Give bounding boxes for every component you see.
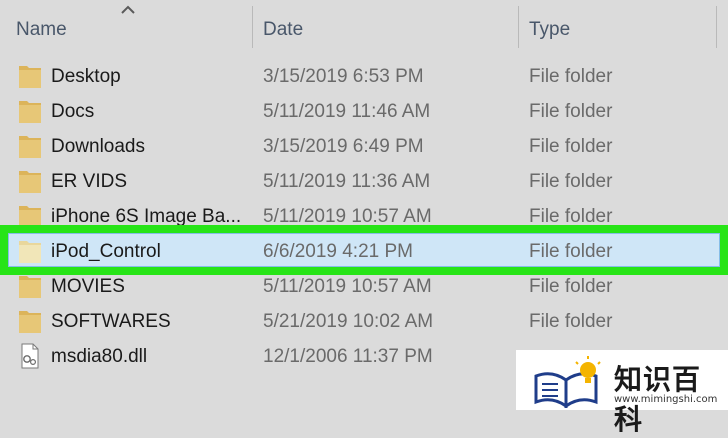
- column-header-date[interactable]: Date: [263, 12, 303, 48]
- folder-icon: [19, 66, 41, 88]
- folder-icon: [19, 101, 41, 123]
- file-type: File folder: [529, 206, 613, 227]
- file-name: msdia80.dll: [51, 346, 148, 367]
- file-date: 5/21/2019 10:02 AM: [263, 311, 434, 332]
- file-row-movies[interactable]: MOVIES 5/11/2019 10:57 AM File folder: [0, 268, 728, 303]
- folder-icon: [19, 136, 41, 158]
- file-name: MOVIES: [51, 276, 125, 297]
- file-row-ipod-control[interactable]: iPod_Control 6/6/2019 4:21 PM File folde…: [0, 233, 728, 268]
- file-type: File folder: [529, 136, 613, 157]
- file-type: File folder: [529, 66, 613, 87]
- file-name: Docs: [51, 101, 95, 122]
- column-header-bar: Name Date Type: [0, 0, 728, 54]
- column-header-name[interactable]: Name: [16, 12, 67, 48]
- folder-icon: [19, 171, 41, 193]
- file-date: 5/11/2019 11:36 AM: [263, 171, 431, 192]
- file-date: 6/6/2019 4:21 PM: [263, 241, 413, 262]
- sort-ascending-icon[interactable]: [121, 5, 135, 15]
- file-type: File folder: [529, 311, 613, 332]
- column-divider[interactable]: [518, 6, 519, 48]
- open-book-lightbulb-icon: [534, 356, 601, 408]
- folder-icon: [19, 241, 41, 263]
- file-date: 3/15/2019 6:53 PM: [263, 66, 424, 87]
- dll-file-icon: [21, 343, 39, 369]
- column-divider[interactable]: [716, 6, 717, 48]
- file-type: File folder: [529, 171, 613, 192]
- folder-icon: [19, 206, 41, 228]
- column-header-type[interactable]: Type: [529, 12, 570, 48]
- file-date: 5/11/2019 11:46 AM: [263, 101, 431, 122]
- file-date: 12/1/2006 11:37 PM: [263, 346, 433, 367]
- file-type: File folder: [529, 101, 613, 122]
- file-date: 3/15/2019 6:49 PM: [263, 136, 424, 157]
- folder-icon: [19, 311, 41, 333]
- file-name: iPod_Control: [51, 241, 161, 262]
- file-row-docs[interactable]: Docs 5/11/2019 11:46 AM File folder: [0, 93, 728, 128]
- file-row-er-vids[interactable]: ER VIDS 5/11/2019 11:36 AM File folder: [0, 163, 728, 198]
- file-row-iphone-6s-image-backup[interactable]: iPhone 6S Image Ba... 5/11/2019 10:57 AM…: [0, 198, 728, 233]
- file-name: Downloads: [51, 136, 145, 157]
- folder-icon: [19, 276, 41, 298]
- file-name: iPhone 6S Image Ba...: [51, 206, 241, 227]
- column-divider[interactable]: [252, 6, 253, 48]
- file-name: Desktop: [51, 66, 121, 87]
- file-type: File folder: [529, 276, 613, 297]
- watermark-url: www.mimingshi.com: [614, 394, 718, 405]
- file-row-downloads[interactable]: Downloads 3/15/2019 6:49 PM File folder: [0, 128, 728, 163]
- file-row-softwares[interactable]: SOFTWARES 5/21/2019 10:02 AM File folder: [0, 303, 728, 338]
- file-date: 5/11/2019 10:57 AM: [263, 276, 432, 297]
- file-type: File folder: [529, 241, 613, 262]
- file-name: ER VIDS: [51, 171, 128, 192]
- file-name: SOFTWARES: [51, 311, 171, 332]
- file-row-desktop[interactable]: Desktop 3/15/2019 6:53 PM File folder: [0, 58, 728, 93]
- file-date: 5/11/2019 10:57 AM: [263, 206, 432, 227]
- watermark-logo: 知识百科 www.mimingshi.com: [516, 350, 728, 436]
